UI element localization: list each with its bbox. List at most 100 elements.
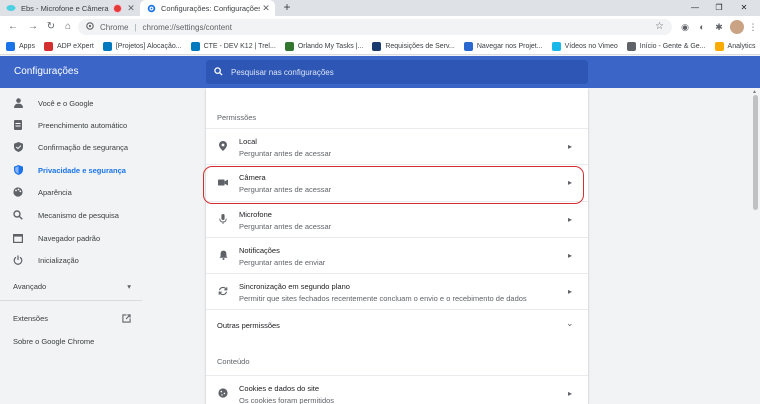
sidebar-item-default-browser[interactable]: Navegador padrão [0, 228, 142, 248]
bookmark-label: Navegar nos Projet... [476, 42, 543, 50]
close-tab-icon[interactable]: ✕ [260, 3, 272, 14]
puzzle-extensions-icon[interactable]: ✱ [712, 20, 726, 34]
bookmark-label: Apps [19, 42, 35, 50]
restore-button[interactable]: ❐ [708, 0, 730, 16]
microphone-icon [218, 214, 228, 224]
sidebar-item-appearance[interactable]: Aparência [0, 182, 142, 202]
bookmark-item[interactable]: Navegar nos Projet... [463, 41, 543, 51]
bookmark-item[interactable]: Início - Gente & Ge... [626, 41, 706, 51]
person-icon [13, 98, 23, 108]
advanced-label: Avançado [13, 282, 47, 291]
bookmark-label: [Projetos] Alocação... [115, 42, 182, 50]
permission-subtitle: Perguntar antes de acessar [239, 149, 332, 158]
tab-title: Ebs - Microfone e Câmera [21, 3, 109, 13]
bookmark-label: CTE - DEV K12 | Trel... [203, 42, 276, 50]
permission-title: Microfone [239, 210, 272, 219]
globe-icon [626, 41, 636, 51]
permission-title: Local [239, 137, 257, 146]
tab-ebs[interactable]: Ebs - Microfone e Câmera ✕ [0, 0, 140, 16]
permission-row-microphone[interactable]: Microfone Perguntar antes de acessar ▸ [206, 201, 588, 237]
reload-icon[interactable]: ↻ [44, 20, 58, 34]
chevron-right-icon: ▸ [568, 251, 573, 260]
bookmark-item[interactable]: ADP eXpert [43, 41, 94, 51]
permission-row-notifications[interactable]: Notificações Perguntar antes de enviar ▸ [206, 237, 588, 273]
sidebar-item-you-and-google[interactable]: Você e o Google [0, 93, 142, 113]
chevron-down-icon: ⌄ [566, 318, 574, 328]
tab-settings[interactable]: Configurações: Configurações d... ✕ [140, 0, 275, 16]
other-permissions-label: Outras permissões [217, 321, 280, 330]
permission-subtitle: Perguntar antes de acessar [239, 222, 332, 231]
menu-kebab-icon[interactable]: ⋮ [746, 20, 760, 34]
palette-icon [13, 187, 23, 197]
trello-icon [102, 41, 112, 51]
caret-down-icon: ▾ [127, 282, 131, 291]
minimize-button[interactable]: — [684, 0, 706, 16]
location-icon [218, 141, 228, 151]
permission-subtitle: Os cookies foram permitidos [239, 396, 335, 404]
camera-highlight-annotation [203, 166, 584, 204]
search-icon [13, 210, 23, 220]
power-icon [13, 255, 23, 265]
settings-gear-icon [146, 3, 156, 13]
trello-icon [190, 41, 200, 51]
bookmarks-bar: Apps ADP eXpert [Projetos] Alocação... CTE … [0, 38, 760, 55]
open-in-new-icon [122, 314, 131, 325]
profile-avatar[interactable] [730, 20, 744, 34]
close-tab-icon[interactable]: ✕ [125, 3, 137, 14]
other-permissions-toggle[interactable]: Outras permissões ⌄ [206, 309, 588, 339]
autofill-icon [13, 120, 23, 130]
bookmark-label: Vídeos no Vimeo [564, 42, 618, 50]
close-window-button[interactable]: ✕ [733, 0, 755, 16]
search-icon [214, 66, 223, 78]
extensions-label: Extensões [13, 314, 49, 323]
chevron-right-icon: ▸ [568, 142, 573, 151]
bookmark-item[interactable]: [Projetos] Alocação... [102, 41, 182, 51]
diamond-icon [463, 41, 473, 51]
sidebar-divider [0, 300, 142, 301]
about-chrome-link[interactable]: Sobre o Google Chrome [13, 337, 94, 346]
bookmark-icon [372, 41, 382, 51]
bookmark-item[interactable]: Analytics [714, 41, 756, 51]
home-icon[interactable]: ⌂ [61, 20, 75, 34]
cookie-icon [218, 388, 228, 398]
content-heading: Conteúdo [217, 357, 250, 366]
new-tab-button[interactable]: + [280, 0, 294, 16]
toolbar: ← → ↻ ⌂ Chrome | chrome://settings/conte… [0, 16, 760, 38]
permission-row-background-sync[interactable]: Sincronização em segundo plano Permitir … [206, 273, 588, 309]
scrollbar-thumb[interactable] [753, 95, 758, 210]
permission-title: Notificações [239, 246, 280, 255]
bookmark-item[interactable]: CTE - DEV K12 | Trel... [190, 41, 276, 51]
permission-row-location[interactable]: Local Perguntar antes de acessar ▸ [206, 128, 588, 164]
sidebar-item-search-engine[interactable]: Mecanismo de pesquisa [0, 205, 142, 225]
bookmark-item[interactable]: Requisições de Serv... [372, 41, 455, 51]
permission-row-cookies[interactable]: Cookies e dados do site Os cookies foram… [206, 375, 588, 404]
advanced-toggle[interactable]: Avançado ▾ [13, 282, 131, 291]
privacy-shield-icon [13, 165, 23, 175]
sidebar-item-on-startup[interactable]: Inicialização [0, 250, 142, 270]
settings-header: Configurações Pesquisar nas configuraçõe… [0, 56, 760, 88]
extension-icon[interactable]: ◉ [678, 20, 692, 34]
forward-arrow-icon[interactable]: → [26, 20, 40, 34]
bookmark-star-icon[interactable]: ☆ [655, 21, 664, 32]
sidebar-item-autofill[interactable]: Preenchimento automático [0, 115, 142, 135]
search-placeholder: Pesquisar nas configurações [231, 67, 334, 77]
adp-icon [43, 41, 53, 51]
sidebar-item-safety-check[interactable]: Confirmação de segurança [0, 137, 142, 157]
back-arrow-icon[interactable]: ← [6, 20, 20, 34]
tab-title: Configurações: Configurações d... [161, 3, 260, 13]
shield-check-icon [13, 142, 23, 152]
bookmark-label: Orlando My Tasks |... [297, 42, 364, 50]
sync-icon [218, 286, 228, 296]
address-bar[interactable]: Chrome | chrome://settings/content ☆ [78, 19, 672, 35]
bookmark-item[interactable]: Vídeos no Vimeo [551, 41, 618, 51]
permissions-heading: Permissões [217, 113, 257, 122]
bookmark-item[interactable]: Apps [6, 41, 35, 51]
extension-icon[interactable]: ◐ [695, 20, 709, 34]
sidebar-item-privacy[interactable]: Privacidade e segurança [0, 160, 142, 180]
bookmark-item[interactable]: Orlando My Tasks |... [284, 41, 364, 51]
extensions-link[interactable]: Extensões [13, 314, 131, 325]
chevron-right-icon: ▸ [568, 215, 573, 224]
settings-search-input[interactable]: Pesquisar nas configurações [206, 60, 588, 84]
ebs-favicon-icon [6, 3, 16, 13]
bookmark-label: Início - Gente & Ge... [639, 42, 706, 50]
